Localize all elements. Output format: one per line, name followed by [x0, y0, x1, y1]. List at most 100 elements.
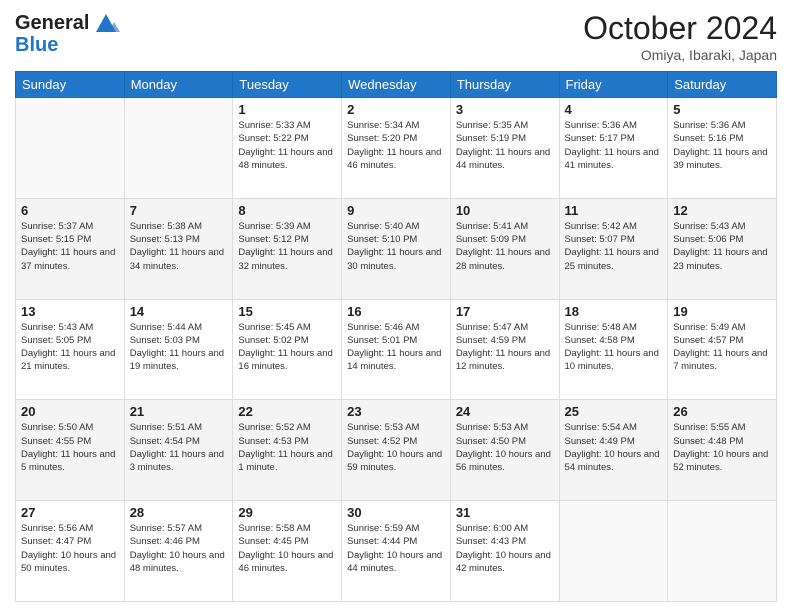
calendar-table: Sunday Monday Tuesday Wednesday Thursday…	[15, 71, 777, 602]
calendar-week-row: 20 Sunrise: 5:50 AM Sunset: 4:55 PM Dayli…	[16, 400, 777, 501]
day-info: Sunrise: 5:47 AM Sunset: 4:59 PM Dayligh…	[456, 321, 554, 374]
day-info: Sunrise: 5:46 AM Sunset: 5:01 PM Dayligh…	[347, 321, 445, 374]
col-thursday: Thursday	[450, 72, 559, 98]
day-info: Sunrise: 5:53 AM Sunset: 4:50 PM Dayligh…	[456, 421, 554, 474]
day-info: Sunrise: 5:44 AM Sunset: 5:03 PM Dayligh…	[130, 321, 228, 374]
calendar-week-row: 13Sunrise: 5:43 AM Sunset: 5:05 PM Dayli…	[16, 299, 777, 400]
day-number: 3	[456, 102, 554, 117]
calendar-cell: 14 Sunrise: 5:44 AM Sunset: 5:03 PM Dayli…	[124, 299, 233, 400]
day-number: 27	[21, 505, 119, 520]
day-number: 31	[456, 505, 554, 520]
day-info: Sunrise: 5:40 AM Sunset: 5:10 PM Dayligh…	[347, 220, 445, 273]
day-number: 5	[673, 102, 771, 117]
calendar-cell	[668, 501, 777, 602]
calendar-cell: 12 Sunrise: 5:43 AM Sunset: 5:06 PM Dayli…	[668, 198, 777, 299]
calendar-cell: 10 Sunrise: 5:41 AM Sunset: 5:09 PM Dayli…	[450, 198, 559, 299]
calendar-cell: 9 Sunrise: 5:40 AM Sunset: 5:10 PM Daylig…	[342, 198, 451, 299]
calendar-week-row: 1Sunrise: 5:33 AM Sunset: 5:22 PM Daylig…	[16, 98, 777, 199]
calendar-cell: 1Sunrise: 5:33 AM Sunset: 5:22 PM Daylig…	[233, 98, 342, 199]
month-title: October 2024	[583, 10, 777, 47]
day-info: Sunrise: 5:53 AM Sunset: 4:52 PM Dayligh…	[347, 421, 445, 474]
calendar-cell: 2 Sunrise: 5:34 AM Sunset: 5:20 PM Daylig…	[342, 98, 451, 199]
calendar-cell: 13Sunrise: 5:43 AM Sunset: 5:05 PM Dayli…	[16, 299, 125, 400]
day-number: 18	[565, 304, 663, 319]
day-info: Sunrise: 5:37 AM Sunset: 5:15 PM Dayligh…	[21, 220, 119, 273]
day-number: 20	[21, 404, 119, 419]
col-monday: Monday	[124, 72, 233, 98]
day-info: Sunrise: 5:57 AM Sunset: 4:46 PM Dayligh…	[130, 522, 228, 575]
day-number: 7	[130, 203, 228, 218]
day-info: Sunrise: 5:43 AM Sunset: 5:06 PM Dayligh…	[673, 220, 771, 273]
day-number: 22	[238, 404, 336, 419]
col-wednesday: Wednesday	[342, 72, 451, 98]
day-number: 15	[238, 304, 336, 319]
logo-icon	[92, 8, 120, 36]
day-number: 11	[565, 203, 663, 218]
calendar-week-row: 6Sunrise: 5:37 AM Sunset: 5:15 PM Daylig…	[16, 198, 777, 299]
day-info: Sunrise: 5:55 AM Sunset: 4:48 PM Dayligh…	[673, 421, 771, 474]
day-info: Sunrise: 5:39 AM Sunset: 5:12 PM Dayligh…	[238, 220, 336, 273]
day-info: Sunrise: 5:59 AM Sunset: 4:44 PM Dayligh…	[347, 522, 445, 575]
col-friday: Friday	[559, 72, 668, 98]
calendar-cell: 25Sunrise: 5:54 AM Sunset: 4:49 PM Dayli…	[559, 400, 668, 501]
day-info: Sunrise: 5:51 AM Sunset: 4:54 PM Dayligh…	[130, 421, 228, 474]
calendar-cell: 17 Sunrise: 5:47 AM Sunset: 4:59 PM Dayli…	[450, 299, 559, 400]
day-number: 12	[673, 203, 771, 218]
day-info: Sunrise: 6:00 AM Sunset: 4:43 PM Dayligh…	[456, 522, 554, 575]
calendar-cell	[559, 501, 668, 602]
calendar-cell: 22Sunrise: 5:52 AM Sunset: 4:53 PM Dayli…	[233, 400, 342, 501]
page: General Blue October 2024 Omiya, Ibaraki…	[0, 0, 792, 612]
calendar-cell: 20 Sunrise: 5:50 AM Sunset: 4:55 PM Dayli…	[16, 400, 125, 501]
day-info: Sunrise: 5:54 AM Sunset: 4:49 PM Dayligh…	[565, 421, 663, 474]
logo-general: General	[15, 12, 89, 34]
col-tuesday: Tuesday	[233, 72, 342, 98]
calendar-cell: 26Sunrise: 5:55 AM Sunset: 4:48 PM Dayli…	[668, 400, 777, 501]
title-section: October 2024 Omiya, Ibaraki, Japan	[583, 10, 777, 63]
calendar-cell: 4 Sunrise: 5:36 AM Sunset: 5:17 PM Daylig…	[559, 98, 668, 199]
day-info: Sunrise: 5:41 AM Sunset: 5:09 PM Dayligh…	[456, 220, 554, 273]
day-info: Sunrise: 5:36 AM Sunset: 5:17 PM Dayligh…	[565, 119, 663, 172]
day-number: 8	[238, 203, 336, 218]
day-number: 29	[238, 505, 336, 520]
day-number: 10	[456, 203, 554, 218]
calendar-cell: 19 Sunrise: 5:49 AM Sunset: 4:57 PM Dayli…	[668, 299, 777, 400]
day-number: 14	[130, 304, 228, 319]
day-number: 30	[347, 505, 445, 520]
calendar-header-row: Sunday Monday Tuesday Wednesday Thursday…	[16, 72, 777, 98]
day-number: 19	[673, 304, 771, 319]
day-info: Sunrise: 5:49 AM Sunset: 4:57 PM Dayligh…	[673, 321, 771, 374]
day-info: Sunrise: 5:34 AM Sunset: 5:20 PM Dayligh…	[347, 119, 445, 172]
col-sunday: Sunday	[16, 72, 125, 98]
header: General Blue October 2024 Omiya, Ibaraki…	[15, 10, 777, 63]
day-info: Sunrise: 5:58 AM Sunset: 4:45 PM Dayligh…	[238, 522, 336, 575]
calendar-cell: 24Sunrise: 5:53 AM Sunset: 4:50 PM Dayli…	[450, 400, 559, 501]
calendar-cell: 15 Sunrise: 5:45 AM Sunset: 5:02 PM Dayli…	[233, 299, 342, 400]
calendar-cell: 16 Sunrise: 5:46 AM Sunset: 5:01 PM Dayli…	[342, 299, 451, 400]
day-number: 28	[130, 505, 228, 520]
calendar-cell: 27 Sunrise: 5:56 AM Sunset: 4:47 PM Dayli…	[16, 501, 125, 602]
calendar-cell: 18Sunrise: 5:48 AM Sunset: 4:58 PM Dayli…	[559, 299, 668, 400]
day-number: 23	[347, 404, 445, 419]
day-number: 16	[347, 304, 445, 319]
day-info: Sunrise: 5:56 AM Sunset: 4:47 PM Dayligh…	[21, 522, 119, 575]
day-info: Sunrise: 5:50 AM Sunset: 4:55 PM Dayligh…	[21, 421, 119, 474]
calendar-cell: 23 Sunrise: 5:53 AM Sunset: 4:52 PM Dayli…	[342, 400, 451, 501]
day-number: 17	[456, 304, 554, 319]
location: Omiya, Ibaraki, Japan	[583, 47, 777, 63]
day-number: 9	[347, 203, 445, 218]
calendar-week-row: 27 Sunrise: 5:56 AM Sunset: 4:47 PM Dayli…	[16, 501, 777, 602]
calendar-cell: 6Sunrise: 5:37 AM Sunset: 5:15 PM Daylig…	[16, 198, 125, 299]
calendar-cell: 21 Sunrise: 5:51 AM Sunset: 4:54 PM Dayli…	[124, 400, 233, 501]
calendar-cell: 11Sunrise: 5:42 AM Sunset: 5:07 PM Dayli…	[559, 198, 668, 299]
calendar-cell: 3Sunrise: 5:35 AM Sunset: 5:19 PM Daylig…	[450, 98, 559, 199]
day-info: Sunrise: 5:33 AM Sunset: 5:22 PM Dayligh…	[238, 119, 336, 172]
calendar-cell: 28 Sunrise: 5:57 AM Sunset: 4:46 PM Dayli…	[124, 501, 233, 602]
calendar-cell: 30 Sunrise: 5:59 AM Sunset: 4:44 PM Dayli…	[342, 501, 451, 602]
day-number: 4	[565, 102, 663, 117]
day-number: 2	[347, 102, 445, 117]
day-info: Sunrise: 5:36 AM Sunset: 5:16 PM Dayligh…	[673, 119, 771, 172]
day-info: Sunrise: 5:45 AM Sunset: 5:02 PM Dayligh…	[238, 321, 336, 374]
day-number: 21	[130, 404, 228, 419]
calendar-cell: 29 Sunrise: 5:58 AM Sunset: 4:45 PM Dayli…	[233, 501, 342, 602]
day-info: Sunrise: 5:43 AM Sunset: 5:05 PM Dayligh…	[21, 321, 119, 374]
